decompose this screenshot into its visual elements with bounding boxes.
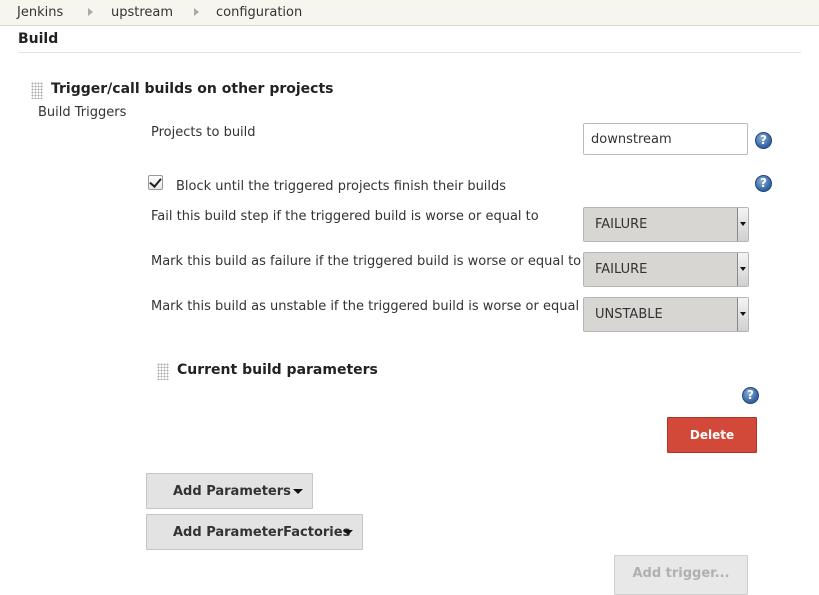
breadcrumb-upstream[interactable]: upstream — [111, 5, 173, 20]
build-step-subtitle: Build Triggers — [38, 105, 127, 120]
help-icon[interactable]: ? — [742, 387, 759, 404]
add-trigger-button[interactable]: Add trigger... — [614, 555, 748, 595]
current-build-parameters-title: Current build parameters — [177, 362, 378, 378]
help-icon[interactable]: ? — [755, 175, 772, 192]
breadcrumb: Jenkins upstream configuration — [0, 0, 819, 26]
dropdown-caret-icon — [293, 489, 303, 494]
fail-step-select[interactable]: FAILURE — [583, 207, 749, 242]
breadcrumb-arrow-icon[interactable] — [88, 8, 93, 16]
add-parameters-label: Add Parameters — [173, 484, 291, 499]
section-divider — [18, 52, 801, 53]
checkmark-icon — [149, 175, 162, 188]
breadcrumb-configuration[interactable]: configuration — [216, 5, 302, 20]
mark-unstable-select[interactable]: UNSTABLE — [583, 297, 749, 332]
breadcrumb-arrow-icon[interactable] — [194, 8, 199, 16]
dropdown-caret-icon — [737, 298, 748, 331]
mark-failure-label: Mark this build as failure if the trigge… — [151, 254, 582, 269]
mark-failure-value: FAILURE — [595, 262, 648, 277]
add-parameter-factories-button[interactable]: Add ParameterFactories — [146, 514, 363, 550]
fail-step-label: Fail this build step if the triggered bu… — [151, 209, 539, 224]
mark-failure-select[interactable]: FAILURE — [583, 252, 749, 287]
projects-to-build-label: Projects to build — [151, 125, 256, 140]
dropdown-caret-icon — [737, 253, 748, 286]
dropdown-caret-icon — [737, 208, 748, 241]
section-title: Build — [18, 31, 59, 47]
build-step-title: Trigger/call builds on other projects — [51, 81, 334, 97]
dropdown-caret-icon — [343, 530, 353, 535]
add-parameter-factories-label: Add ParameterFactories — [173, 525, 351, 540]
breadcrumb-jenkins[interactable]: Jenkins — [17, 5, 63, 20]
block-until-finish-label: Block until the triggered projects finis… — [176, 179, 507, 194]
drag-handle-icon[interactable] — [31, 82, 43, 99]
help-icon[interactable]: ? — [755, 132, 772, 149]
mark-unstable-value: UNSTABLE — [595, 307, 663, 322]
mark-unstable-label: Mark this build as unstable if the trigg… — [151, 299, 597, 314]
add-parameters-button[interactable]: Add Parameters — [146, 473, 313, 509]
delete-button[interactable]: Delete — [667, 417, 757, 453]
fail-step-value: FAILURE — [595, 217, 648, 232]
projects-to-build-input[interactable] — [583, 123, 748, 155]
drag-handle-icon[interactable] — [157, 363, 169, 380]
block-until-finish-checkbox[interactable] — [148, 175, 163, 190]
